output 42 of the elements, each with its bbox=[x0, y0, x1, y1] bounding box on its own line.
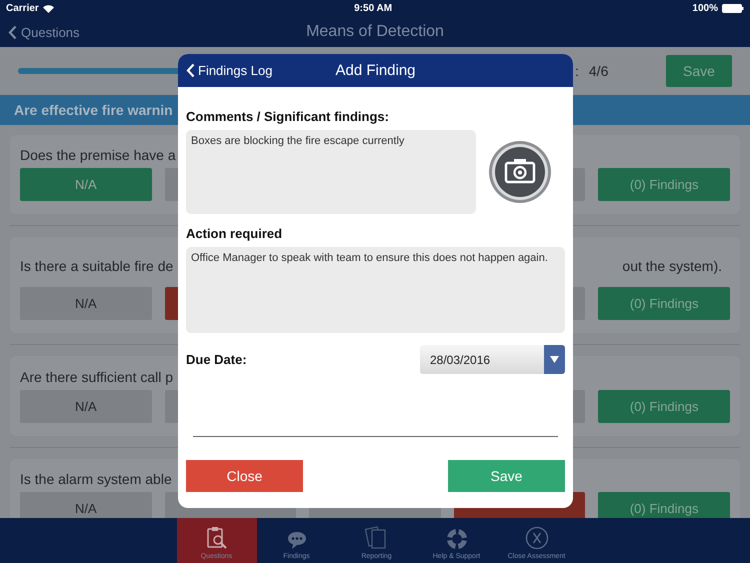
dialog-title: Add Finding bbox=[335, 62, 416, 79]
findings-button[interactable]: (0) Findings bbox=[598, 390, 730, 423]
back-chevron-icon bbox=[8, 24, 17, 40]
lifebuoy-icon bbox=[446, 528, 468, 550]
wifi-icon bbox=[42, 4, 54, 12]
close-button[interactable]: Close bbox=[186, 460, 303, 492]
save-button[interactable]: Save bbox=[666, 55, 732, 87]
findings-button[interactable]: (0) Findings bbox=[598, 287, 730, 320]
findings-button[interactable]: (0) Findings bbox=[598, 168, 730, 201]
section-title: Are effective fire warnin bbox=[14, 102, 173, 118]
question-text: Is there a suitable fire de bbox=[20, 258, 174, 274]
field-label: Comments / Significant findings: bbox=[186, 109, 390, 124]
field-label: Action required bbox=[186, 226, 284, 241]
dropdown-caret-icon bbox=[550, 356, 559, 363]
findings-button[interactable]: (0) Findings bbox=[598, 492, 730, 518]
carrier-label: Carrier bbox=[6, 3, 39, 14]
answer-button[interactable]: N/A bbox=[20, 287, 152, 320]
action-field[interactable]: Office Manager to speak with team to ensure this does not happen again. bbox=[186, 247, 565, 333]
question-counter: 4/6 bbox=[588, 63, 608, 79]
question-text: Does the premise have a bbox=[20, 147, 176, 163]
date-dropdown[interactable]: 28/03/2016 bbox=[420, 345, 565, 374]
back-link[interactable]: Findings Log bbox=[186, 63, 272, 78]
battery-percentage: 100% bbox=[692, 3, 718, 14]
back-link[interactable]: Questions bbox=[8, 24, 80, 40]
close-icon bbox=[524, 526, 548, 550]
answer-button[interactable]: N/A bbox=[20, 390, 152, 423]
question-text: Are there sufficient call p bbox=[20, 368, 174, 384]
counter-separator: : bbox=[575, 63, 579, 79]
save-button[interactable]: Save bbox=[448, 460, 565, 492]
screen-title: Means of Detection bbox=[306, 23, 444, 41]
back-chevron-icon bbox=[186, 63, 195, 78]
question-text: Is the alarm system able bbox=[20, 471, 172, 487]
answer-button[interactable]: N/A bbox=[20, 168, 152, 201]
answer-button[interactable]: N/A bbox=[20, 492, 152, 518]
clipboard-search-icon bbox=[206, 526, 228, 550]
clock-time: 9:50 AM bbox=[354, 3, 392, 14]
comments-field[interactable]: Boxes are blocking the fire escape currently bbox=[186, 130, 476, 214]
camera-button-icon[interactable] bbox=[488, 140, 552, 204]
speech-bubble-icon bbox=[286, 530, 308, 550]
question-text: out the system). bbox=[622, 258, 722, 274]
battery-icon bbox=[722, 4, 744, 13]
field-label: Due Date: bbox=[186, 352, 247, 367]
